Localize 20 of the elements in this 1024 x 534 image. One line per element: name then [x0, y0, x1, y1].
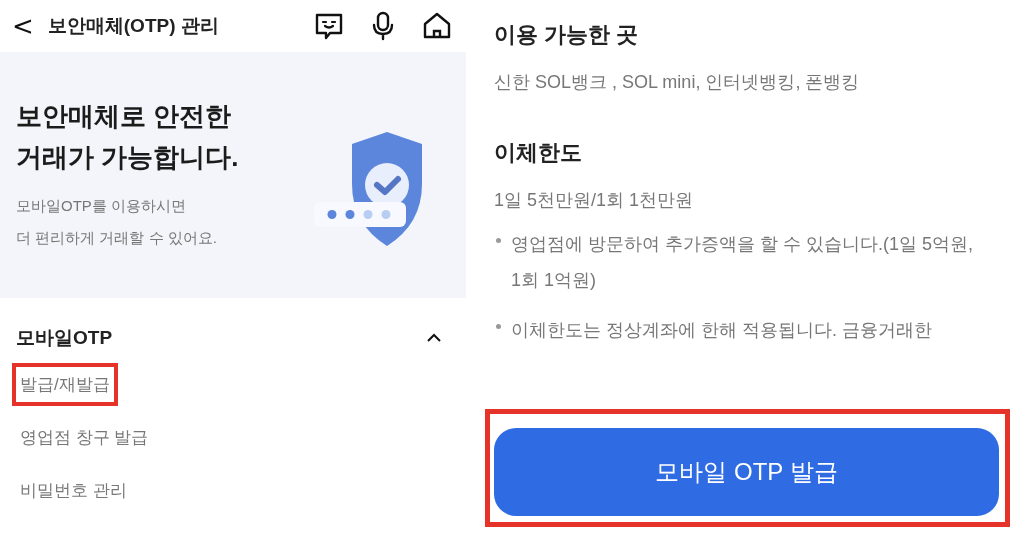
home-icon[interactable] [422, 11, 452, 41]
bullet-text: 영업점에 방문하여 추가증액을 할 수 있습니다.(1일 5억원, 1회 1억원) [511, 233, 975, 292]
menu-item[interactable]: 비밀번호 관리 [12, 469, 135, 512]
chat-icon[interactable] [314, 11, 344, 41]
bullet-text: 이체한도는 정상계좌에 한해 적용됩니다. 금융거래한 [511, 319, 933, 342]
bullet-icon [496, 324, 501, 329]
back-button[interactable]: < [12, 11, 44, 41]
chevron-icon[interactable] [426, 333, 442, 343]
hero-title: 보안매체로 안전한 거래가 가능합니다. [16, 100, 239, 174]
menu-item[interactable]: 영업점 창구 발급 [12, 416, 157, 459]
section-title: 모바일OTP [16, 326, 113, 350]
issue-button[interactable]: 모바일 OTP 발급 [494, 428, 999, 516]
page-title: 보안매체(OTP) 관리 [47, 14, 220, 38]
bullet-icon [496, 238, 501, 243]
menu-item[interactable]: 발급/재발급 [12, 363, 118, 406]
section-heading: 이체한도 [493, 139, 583, 167]
hero-description: 모바일OTP를 이용하시면 더 편리하게 거래할 수 있어요. [16, 196, 218, 248]
section-heading: 이용 가능한 곳 [493, 21, 640, 49]
info-text: 신한 SOL뱅크 , SOL mini, 인터넷뱅킹, 폰뱅킹 [493, 71, 861, 94]
info-text: 1일 5천만원/1회 1천만원 [493, 189, 695, 212]
